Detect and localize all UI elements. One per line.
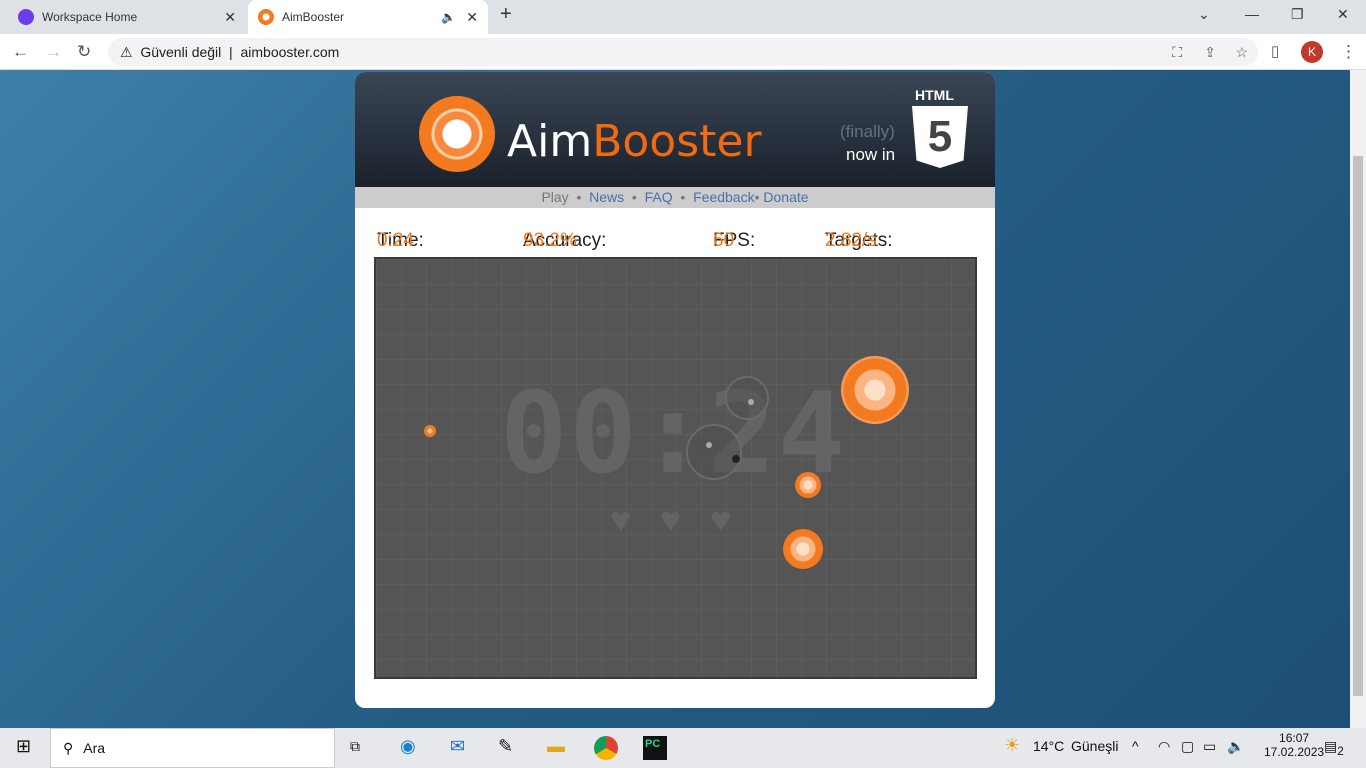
profile-avatar[interactable]: K	[1301, 41, 1323, 63]
pen-icon[interactable]: ✎	[498, 736, 513, 757]
camera-icon[interactable]: ▢	[1181, 738, 1194, 755]
weather-temp[interactable]: 14°C	[1033, 738, 1064, 754]
windows-start-icon[interactable]: ⊞	[16, 736, 31, 757]
edge-icon[interactable]: ◉	[400, 736, 416, 757]
site-nav: Play • News • FAQ • Feedback• Donate	[355, 187, 995, 208]
site-header: AimBooster (finally) now in HTML 5	[355, 72, 995, 187]
minimize-button[interactable]: —	[1245, 6, 1259, 22]
tab-title: Workspace Home	[42, 10, 138, 24]
menu-icon[interactable]: ⋮	[1340, 42, 1357, 62]
side-panel-icon[interactable]: ▯	[1271, 42, 1279, 60]
accuracy-value: 93.2%	[523, 230, 577, 251]
taskbar: ⊞ ⚲ Ara ⧉ ◉ ✉ ✎ ▬ PC ☀ 14°C Güneşli ^ ◠ ▢…	[0, 728, 1366, 768]
task-view-icon[interactable]: ⧉	[350, 738, 360, 755]
workspace-icon	[18, 9, 34, 25]
hit-marker	[748, 399, 754, 405]
url-text: aimbooster.com	[240, 44, 340, 60]
close-tab-icon[interactable]: ✕	[466, 9, 478, 26]
scrollbar-thumb[interactable]	[1353, 156, 1363, 696]
tab-bar: Workspace Home ✕ AimBooster 🔈 ✕ + ⌄ — ❐ ✕	[0, 0, 1366, 34]
tab-search-icon[interactable]: ⌄	[1198, 6, 1210, 23]
aimbooster-panel: AimBooster (finally) now in HTML 5 Play …	[355, 72, 995, 708]
translate-icon[interactable]: ⛶	[1172, 44, 1182, 61]
weather-text[interactable]: Güneşli	[1071, 738, 1118, 754]
clock[interactable]: 16:07 17.02.2023	[1264, 731, 1324, 759]
close-window-button[interactable]: ✕	[1337, 6, 1349, 23]
fps-value: 60	[713, 230, 735, 251]
tab-workspace-home[interactable]: Workspace Home ✕	[8, 0, 246, 34]
scrollbar[interactable]	[1350, 70, 1366, 728]
warning-icon: ⚠	[120, 43, 133, 60]
tab-title: AimBooster	[282, 10, 345, 24]
html-label: HTML	[915, 87, 954, 103]
missed-target-ghost	[725, 376, 769, 420]
now-in-text: now in	[846, 145, 896, 164]
target[interactable]	[783, 529, 823, 569]
forward-icon[interactable]: →	[45, 42, 62, 62]
html5-shield-icon: 5	[912, 106, 968, 168]
heart-icon: ♥	[610, 499, 632, 540]
reload-icon[interactable]: ↻	[77, 42, 91, 62]
bookmark-star-icon[interactable]: ☆	[1235, 44, 1248, 61]
finally-text: (finally)	[840, 122, 895, 141]
aimbooster-favicon	[258, 9, 274, 25]
site-logo[interactable]: AimBooster	[507, 116, 762, 167]
pycharm-icon[interactable]: PC	[643, 736, 667, 760]
address-bar: ← → ↻ ⚠ Güvenli değil | aimbooster.com ⛶…	[0, 34, 1366, 70]
heart-icon: ♥	[710, 499, 732, 540]
missed-target-ghost	[686, 424, 742, 480]
wifi-icon[interactable]: ◠	[1158, 738, 1170, 755]
target[interactable]	[424, 425, 436, 437]
target[interactable]	[841, 356, 909, 424]
mail-icon[interactable]: ✉	[450, 736, 465, 757]
heart-icon: ♥	[660, 499, 682, 540]
hit-marker	[706, 442, 712, 448]
tab-aimbooster[interactable]: AimBooster 🔈 ✕	[248, 0, 488, 34]
search-placeholder: Ara	[83, 740, 106, 756]
nav-play[interactable]: Play	[541, 189, 568, 205]
chrome-icon[interactable]	[594, 736, 618, 760]
battery-icon[interactable]: ▭	[1203, 738, 1216, 755]
restore-button[interactable]: ❐	[1291, 6, 1304, 23]
new-tab-button[interactable]: +	[500, 3, 512, 26]
weather-icon[interactable]: ☀	[1004, 735, 1020, 756]
close-tab-icon[interactable]: ✕	[224, 9, 236, 26]
time-value: 0:24	[377, 230, 414, 251]
taskbar-search[interactable]: ⚲ Ara	[50, 728, 335, 768]
url-field[interactable]: ⚠ Güvenli değil | aimbooster.com ⛶ ⇪ ☆	[108, 38, 1258, 66]
target-logo-icon	[419, 96, 495, 172]
nav-faq[interactable]: FAQ	[645, 189, 673, 205]
back-icon[interactable]: ←	[12, 42, 29, 62]
nav-donate[interactable]: Donate	[763, 189, 808, 205]
game-canvas[interactable]: 00:24 ♥ ♥ ♥	[374, 257, 977, 679]
volume-icon[interactable]: 🔈	[1227, 738, 1244, 755]
notifications-icon[interactable]: ▤2	[1324, 738, 1344, 758]
security-label[interactable]: Güvenli değil	[140, 44, 221, 60]
search-icon: ⚲	[63, 739, 74, 756]
miss-marker	[732, 455, 740, 463]
audio-icon[interactable]: 🔈	[441, 10, 456, 24]
nav-feedback[interactable]: Feedback	[693, 189, 754, 205]
file-explorer-icon[interactable]: ▬	[547, 736, 565, 757]
share-icon[interactable]: ⇪	[1204, 44, 1216, 61]
tray-chevron-icon[interactable]: ^	[1132, 738, 1139, 754]
targets-value: 2.82/s	[825, 230, 877, 251]
target[interactable]	[795, 472, 821, 498]
nav-news[interactable]: News	[589, 189, 624, 205]
